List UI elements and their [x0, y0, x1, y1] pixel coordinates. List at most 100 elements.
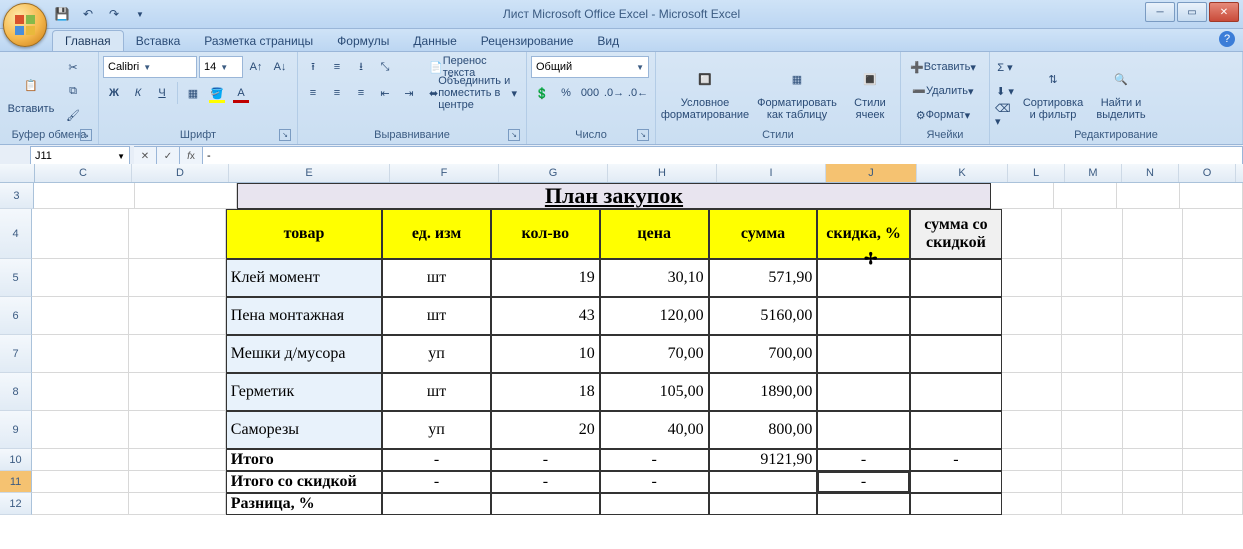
- active-cell-J11[interactable]: -: [817, 471, 909, 493]
- qat-redo-icon[interactable]: ↷: [104, 4, 124, 24]
- borders-icon[interactable]: ▦: [182, 82, 204, 104]
- col-header-E[interactable]: E: [229, 164, 390, 182]
- clipboard-dialog-icon[interactable]: ↘: [80, 129, 92, 141]
- tab-formulas[interactable]: Формулы: [325, 31, 401, 51]
- header-4[interactable]: сумма: [709, 209, 818, 259]
- number-dialog-icon[interactable]: ↘: [637, 129, 649, 141]
- help-icon[interactable]: ?: [1219, 31, 1235, 47]
- header-5[interactable]: скидка, %: [817, 209, 909, 259]
- italic-button[interactable]: К: [127, 82, 149, 104]
- clipboard-icon: 📋: [15, 69, 47, 101]
- conditional-format-button[interactable]: 🔲Условное форматирование: [660, 56, 750, 128]
- percent-icon[interactable]: %: [555, 82, 577, 104]
- align-top-icon[interactable]: ⭱: [302, 56, 324, 78]
- row-header-5[interactable]: 5: [0, 259, 32, 297]
- autosum-icon[interactable]: Σ ▾: [994, 56, 1016, 78]
- fx-icon[interactable]: fx: [180, 146, 203, 166]
- format-as-table-button[interactable]: ▦Форматировать как таблицу: [754, 56, 840, 128]
- close-button[interactable]: ✕: [1209, 2, 1239, 22]
- align-middle-icon[interactable]: ≡: [326, 56, 348, 78]
- col-header-C[interactable]: C: [35, 164, 132, 182]
- formula-bar[interactable]: -: [203, 146, 1243, 166]
- comma-icon[interactable]: 000: [579, 82, 601, 104]
- row-header-6[interactable]: 6: [0, 297, 32, 335]
- col-header-I[interactable]: I: [717, 164, 826, 182]
- header-1[interactable]: ед. изм: [382, 209, 491, 259]
- dec-decimal-icon[interactable]: .0←: [627, 82, 649, 104]
- tab-home[interactable]: Главная: [52, 30, 124, 51]
- qat-save-icon[interactable]: 💾: [52, 4, 72, 24]
- row-header-9[interactable]: 9: [0, 411, 32, 449]
- currency-icon[interactable]: 💲: [531, 82, 553, 104]
- name-box[interactable]: J11▼: [30, 146, 130, 166]
- tab-review[interactable]: Рецензирование: [469, 31, 586, 51]
- sort-filter-button[interactable]: ⇅Сортировка и фильтр: [1020, 56, 1086, 128]
- sheet-title[interactable]: План закупок: [237, 183, 991, 209]
- tab-data[interactable]: Данные: [401, 31, 468, 51]
- grow-font-icon[interactable]: A↑: [245, 56, 267, 78]
- row-header-12[interactable]: 12: [0, 493, 32, 515]
- col-header-G[interactable]: G: [499, 164, 608, 182]
- col-header-L[interactable]: L: [1008, 164, 1065, 182]
- header-6[interactable]: сумма со скидкой: [910, 209, 1002, 259]
- underline-button[interactable]: Ч: [151, 82, 173, 104]
- format-cells-button[interactable]: ⚙ Формат ▾: [905, 104, 981, 126]
- row-header-4[interactable]: 4: [0, 209, 32, 259]
- find-select-button[interactable]: 🔍Найти и выделить: [1090, 56, 1152, 128]
- clear-icon[interactable]: ⌫ ▾: [994, 104, 1016, 126]
- tab-insert[interactable]: Вставка: [124, 31, 193, 51]
- paste-button[interactable]: 📋 Вставить: [4, 56, 58, 128]
- col-header-M[interactable]: M: [1065, 164, 1122, 182]
- align-center-icon[interactable]: ≡: [326, 82, 348, 104]
- number-format-combo[interactable]: Общий▼: [531, 56, 649, 78]
- fill-icon[interactable]: ⬇ ▾: [994, 80, 1016, 102]
- row-header-3[interactable]: 3: [0, 183, 34, 209]
- header-3[interactable]: цена: [600, 209, 709, 259]
- copy-icon[interactable]: ⧉: [62, 80, 84, 102]
- minimize-button[interactable]: ─: [1145, 2, 1175, 22]
- tab-page-layout[interactable]: Разметка страницы: [192, 31, 325, 51]
- align-bottom-icon[interactable]: ⭳: [350, 56, 372, 78]
- qat-customize-icon[interactable]: ▼: [130, 4, 150, 24]
- col-header-O[interactable]: O: [1179, 164, 1236, 182]
- row-header-11[interactable]: 11: [0, 471, 32, 493]
- enter-formula-icon[interactable]: ✓: [157, 146, 180, 166]
- bold-button[interactable]: Ж: [103, 82, 125, 104]
- inc-decimal-icon[interactable]: .0→: [603, 82, 625, 104]
- col-header-F[interactable]: F: [390, 164, 499, 182]
- font-size-combo[interactable]: 14▼: [199, 56, 243, 78]
- select-all-corner[interactable]: [0, 164, 35, 182]
- header-0[interactable]: товар: [226, 209, 382, 259]
- align-right-icon[interactable]: ≡: [350, 82, 372, 104]
- orientation-icon[interactable]: ⤡: [374, 56, 396, 78]
- tab-view[interactable]: Вид: [585, 31, 631, 51]
- delete-cells-button[interactable]: ➖ Удалить ▾: [905, 80, 981, 102]
- cell-styles-button[interactable]: 🔳Стили ячеек: [844, 56, 896, 128]
- format-painter-icon[interactable]: 🖌: [62, 104, 84, 126]
- align-left-icon[interactable]: ≡: [302, 82, 324, 104]
- insert-cells-button[interactable]: ➕ Вставить ▾: [905, 56, 981, 78]
- col-header-N[interactable]: N: [1122, 164, 1179, 182]
- shrink-font-icon[interactable]: A↓: [269, 56, 291, 78]
- merge-center-button[interactable]: ⬌ Объединить и поместить в центре ▾: [424, 82, 522, 104]
- office-button[interactable]: [3, 3, 47, 47]
- qat-undo-icon[interactable]: ↶: [78, 4, 98, 24]
- cancel-formula-icon[interactable]: ✕: [134, 146, 157, 166]
- indent-inc-icon[interactable]: ⇥: [398, 82, 420, 104]
- col-header-J[interactable]: J: [826, 164, 917, 182]
- indent-dec-icon[interactable]: ⇤: [374, 82, 396, 104]
- cut-icon[interactable]: ✂: [62, 56, 84, 78]
- font-dialog-icon[interactable]: ↘: [279, 129, 291, 141]
- col-header-H[interactable]: H: [608, 164, 717, 182]
- maximize-button[interactable]: ▭: [1177, 2, 1207, 22]
- row-header-7[interactable]: 7: [0, 335, 32, 373]
- col-header-K[interactable]: K: [917, 164, 1008, 182]
- font-color-icon[interactable]: A: [230, 82, 252, 104]
- header-2[interactable]: кол-во: [491, 209, 600, 259]
- row-header-8[interactable]: 8: [0, 373, 32, 411]
- align-dialog-icon[interactable]: ↘: [508, 129, 520, 141]
- row-header-10[interactable]: 10: [0, 449, 32, 471]
- font-name-combo[interactable]: Calibri▼: [103, 56, 197, 78]
- fill-color-icon[interactable]: 🪣: [206, 82, 228, 104]
- col-header-D[interactable]: D: [132, 164, 229, 182]
